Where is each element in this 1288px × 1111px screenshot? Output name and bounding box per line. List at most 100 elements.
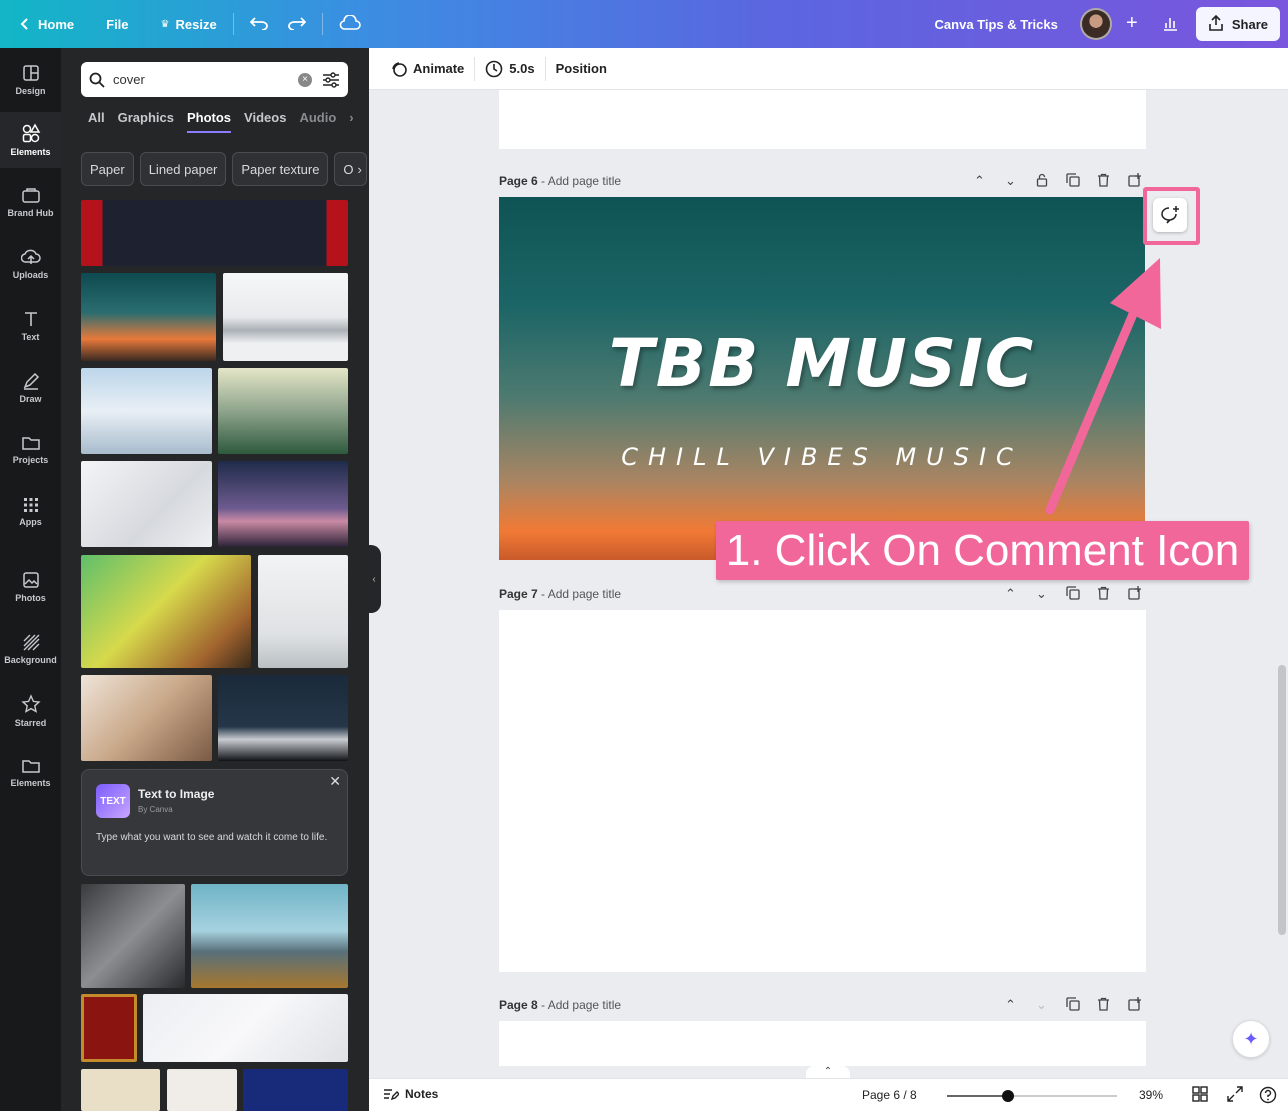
zoom-value[interactable]: 39% — [1139, 1088, 1163, 1102]
design-title[interactable]: Canva Tips & Tricks — [935, 17, 1058, 32]
photo-thumbnail[interactable] — [81, 1069, 160, 1111]
magic-sparkle-button[interactable]: ✦ — [1232, 1020, 1270, 1058]
trash-icon[interactable] — [1088, 997, 1119, 1014]
collapse-panel-handle[interactable]: ‹ — [367, 545, 381, 613]
photo-thumbnail[interactable] — [191, 884, 348, 988]
add-page-title[interactable]: - Add page title — [541, 998, 621, 1012]
lock-icon[interactable] — [1026, 173, 1057, 190]
chevron-down-icon[interactable]: ⌄ — [1026, 997, 1057, 1014]
rail-item-draw[interactable]: Draw — [0, 360, 61, 416]
animate-button[interactable]: Animate — [381, 61, 474, 77]
text-to-image-card[interactable]: TEXT Text to Image By Canva Type what yo… — [81, 769, 348, 876]
photo-thumbnail[interactable] — [143, 994, 348, 1062]
scrollbar-thumb[interactable] — [1278, 665, 1286, 935]
folder-icon — [21, 760, 40, 773]
rail-item-elements-folder[interactable]: Elements — [0, 745, 61, 801]
chevron-right-icon[interactable]: › — [349, 110, 353, 133]
page-7-label[interactable]: Page 7 - Add page title — [499, 587, 621, 601]
add-page-title[interactable]: - Add page title — [541, 174, 621, 188]
duration-button[interactable]: 5.0s — [475, 60, 544, 78]
chevron-up-icon[interactable]: ⌃ — [995, 586, 1026, 603]
photo-thumbnail[interactable] — [218, 675, 348, 761]
rail-item-photos[interactable]: Photos — [0, 559, 61, 615]
home-button[interactable]: Home — [8, 8, 84, 40]
share-button[interactable]: Share — [1195, 7, 1280, 41]
crown-icon: ♛ — [160, 18, 170, 30]
tab-graphics[interactable]: Graphics — [118, 110, 174, 133]
add-collaborator-button[interactable]: + — [1120, 12, 1144, 36]
rail-item-design[interactable]: Design — [0, 52, 61, 108]
rail-item-brand-hub[interactable]: Brand Hub — [0, 174, 61, 230]
page-8-canvas[interactable] — [499, 1021, 1146, 1066]
page-6-label[interactable]: Page 6 - Add page title — [499, 174, 621, 188]
chevron-up-icon[interactable]: ⌃ — [995, 997, 1026, 1014]
tab-photos[interactable]: Photos — [186, 110, 232, 133]
add-comment-button[interactable] — [1153, 198, 1187, 232]
search-input[interactable] — [113, 72, 298, 87]
avatar[interactable] — [1079, 8, 1112, 40]
page-8-label[interactable]: Page 8 - Add page title — [499, 998, 621, 1012]
clear-search-icon[interactable]: × — [298, 72, 312, 87]
page-7-canvas[interactable] — [499, 610, 1146, 972]
photo-thumbnail[interactable] — [81, 994, 137, 1062]
photo-thumbnail[interactable] — [81, 273, 216, 361]
search-box[interactable]: × — [81, 62, 348, 97]
rail-item-projects[interactable]: Projects — [0, 422, 61, 478]
tab-all[interactable]: All — [88, 110, 105, 133]
duplicate-page-icon[interactable] — [1057, 586, 1088, 603]
add-page-icon[interactable] — [1119, 586, 1150, 603]
fullscreen-icon[interactable] — [1227, 1086, 1243, 1105]
tab-audio[interactable]: Audio — [299, 110, 336, 133]
undo-button[interactable] — [240, 8, 278, 40]
grid-view-icon[interactable] — [1192, 1086, 1208, 1105]
page-5-canvas[interactable] — [499, 90, 1146, 149]
duplicate-page-icon[interactable] — [1057, 997, 1088, 1014]
cloud-save-status[interactable] — [329, 8, 371, 40]
help-icon[interactable] — [1259, 1086, 1277, 1107]
chip-more[interactable]: O › — [334, 152, 367, 186]
chip-lined-paper[interactable]: Lined paper — [139, 152, 227, 186]
chevron-down-icon[interactable]: ⌄ — [995, 173, 1026, 190]
duplicate-page-icon[interactable] — [1057, 173, 1088, 190]
chevron-up-icon[interactable]: ⌃ — [964, 173, 995, 190]
photo-thumbnail[interactable] — [167, 1069, 237, 1111]
photo-thumbnail[interactable] — [81, 884, 185, 988]
rail-item-text[interactable]: Text — [0, 298, 61, 354]
photo-thumbnail[interactable] — [218, 461, 348, 547]
photo-thumbnail[interactable] — [218, 368, 348, 454]
redo-button[interactable] — [278, 8, 316, 40]
resize-button[interactable]: ♛ Resize — [151, 8, 227, 40]
image-icon — [22, 572, 39, 588]
photo-thumbnail[interactable] — [81, 200, 348, 266]
vertical-scrollbar[interactable] — [1276, 90, 1288, 1065]
position-button[interactable]: Position — [546, 61, 617, 76]
insights-button[interactable] — [1152, 8, 1188, 40]
photo-thumbnail[interactable] — [258, 555, 348, 668]
photo-thumbnail[interactable] — [223, 273, 348, 361]
filter-icon[interactable] — [322, 71, 340, 88]
photo-thumbnail[interactable] — [81, 675, 212, 761]
add-page-icon[interactable] — [1119, 997, 1150, 1014]
notes-button[interactable]: Notes — [383, 1087, 438, 1101]
chip-paper-texture[interactable]: Paper texture — [232, 152, 329, 186]
rail-item-starred[interactable]: Starred — [0, 683, 61, 739]
zoom-slider[interactable] — [947, 1090, 1117, 1102]
chevron-down-icon[interactable]: ⌄ — [1026, 586, 1057, 603]
add-page-title[interactable]: - Add page title — [541, 587, 621, 601]
close-icon[interactable]: ✕ — [329, 773, 341, 790]
photo-thumbnail[interactable] — [81, 368, 212, 454]
zoom-slider-knob[interactable] — [1002, 1090, 1015, 1102]
photo-thumbnail[interactable] — [81, 555, 251, 668]
tab-videos[interactable]: Videos — [244, 110, 286, 133]
photo-thumbnail[interactable] — [81, 461, 212, 547]
page-indicator[interactable]: Page 6 / 8 — [862, 1088, 917, 1102]
trash-icon[interactable] — [1088, 173, 1119, 190]
chip-paper[interactable]: Paper — [81, 152, 134, 186]
trash-icon[interactable] — [1088, 586, 1119, 603]
rail-item-apps[interactable]: Apps — [0, 484, 61, 540]
rail-item-uploads[interactable]: Uploads — [0, 236, 61, 292]
rail-item-elements[interactable]: Elements — [0, 112, 61, 168]
file-menu[interactable]: File — [96, 8, 138, 40]
rail-item-background[interactable]: Background — [0, 621, 61, 677]
photo-thumbnail[interactable] — [243, 1069, 348, 1111]
